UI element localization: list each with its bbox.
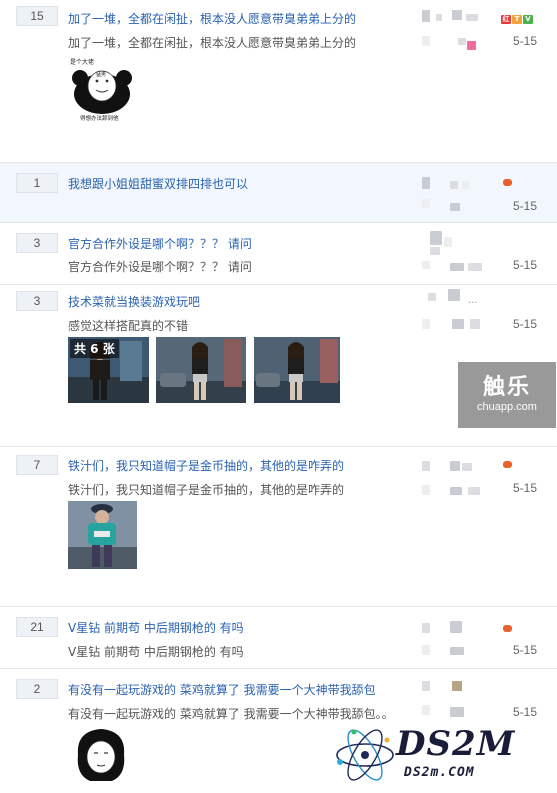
blurred-replier	[422, 261, 430, 269]
thread-title-link[interactable]: 我想跟小姐姐甜蜜双排四排也可以	[68, 175, 248, 192]
blurred-author	[430, 231, 442, 245]
thread-snippet: V星钻 前期苟 中后期钢枪的 有吗	[68, 645, 244, 659]
thread-image-thumbnail[interactable]	[68, 501, 137, 569]
thread-row: 15 加了一堆，全都在闲扯，根本没人愿意带臭弟弟上分的 加了一堆，全都在闲扯，根…	[0, 2, 557, 162]
meme-image[interactable]: 是个大佬 猛男 得想办法舔到他	[66, 56, 138, 124]
blurred-author	[422, 623, 430, 633]
thread-image-thumbnail[interactable]	[156, 337, 246, 403]
blurred-author	[452, 10, 462, 20]
thread-image-thumbnail[interactable]: 共 6 张	[68, 337, 149, 403]
blurred-author	[466, 14, 478, 21]
ds2m-url: DS2m.COM	[404, 765, 475, 780]
game-controller-icon	[503, 625, 512, 632]
ds2m-logo-text: DS2M	[396, 724, 516, 764]
reply-count: 21	[16, 617, 58, 637]
author-ellipsis: ...	[468, 295, 478, 306]
blurred-replier	[450, 647, 464, 655]
reply-count: 3	[16, 291, 58, 311]
game-controller-icon	[503, 461, 512, 468]
blurred-author	[462, 181, 470, 189]
blurred-replier	[422, 485, 430, 495]
chuapp-url: chuapp.com	[477, 401, 537, 413]
blurred-author	[422, 10, 430, 22]
thread-date: 5-15	[513, 34, 538, 48]
image-count-badge: 共 6 张	[70, 339, 119, 358]
thread-row: 3 官方合作外设是哪个啊？？？ 请问 官方合作外设是哪个啊？？？ 请问 5-15	[0, 222, 557, 285]
reply-count: 2	[16, 679, 58, 699]
thread-title-link[interactable]: 加了一堆，全都在闲扯，根本没人愿意带臭弟弟上分的	[68, 10, 356, 27]
thread-date: 5-15	[513, 481, 538, 495]
thread-snippet: 感觉这样搭配真的不错	[68, 319, 189, 333]
chuapp-logo-text: 触乐	[482, 375, 531, 400]
blurred-author	[422, 177, 430, 189]
meme-bottom-text: 得想办法舔到他	[80, 114, 119, 122]
meme-top-text: 是个大佬	[70, 58, 94, 66]
thread-date: 5-15	[513, 199, 538, 213]
thread-snippet: 铁汁们，我只知道帽子是金币抽的，其他的是咋弄的	[68, 483, 345, 497]
blurred-replier	[458, 38, 466, 45]
blurred-replier	[450, 203, 460, 211]
blurred-replier	[467, 41, 476, 50]
meme-image[interactable]	[70, 725, 132, 785]
blurred-replier	[422, 36, 430, 46]
blurred-replier	[422, 645, 430, 655]
blurred-replier	[468, 487, 480, 495]
blurred-author	[422, 681, 430, 691]
blurred-replier	[450, 487, 462, 495]
thread-snippet: 官方合作外设是哪个啊？？？ 请问	[68, 260, 252, 274]
blurred-replier	[468, 263, 482, 271]
level-badge-icon: 红	[501, 15, 511, 24]
blurred-replier	[450, 707, 464, 717]
thread-row: 1 我想跟小姐姐甜蜜双排四排也可以 5-15	[0, 162, 557, 223]
thread-title-link[interactable]: 技术菜就当换装游戏玩吧	[68, 293, 200, 310]
blurred-author	[448, 289, 460, 301]
meme-face-text: 猛男	[96, 71, 106, 78]
blurred-author	[444, 237, 452, 247]
blurred-author	[452, 681, 462, 691]
blurred-author	[450, 181, 458, 189]
blurred-author	[450, 621, 462, 633]
thread-date: 5-15	[513, 705, 538, 719]
thread-snippet: 加了一堆，全都在闲扯，根本没人愿意带臭弟弟上分的	[68, 36, 357, 50]
reply-count: 3	[16, 233, 58, 253]
blurred-author	[428, 293, 436, 301]
blurred-replier	[470, 319, 480, 329]
blurred-replier	[422, 705, 430, 715]
thread-date: 5-15	[513, 317, 538, 331]
thread-row: 7 铁汁们，我只知道帽子是金币抽的，其他的是咋弄的 铁汁们，我只知道帽子是金币抽…	[0, 446, 557, 607]
thread-title-link[interactable]: V星钻 前期苟 中后期钢枪的 有吗	[68, 619, 244, 636]
thread-image-thumbnail[interactable]	[254, 337, 340, 403]
reply-count: 1	[16, 173, 58, 193]
blurred-replier	[422, 319, 430, 329]
thread-row: 21 V星钻 前期苟 中后期钢枪的 有吗 V星钻 前期苟 中后期钢枪的 有吗 5…	[0, 606, 557, 669]
blurred-author	[450, 461, 460, 471]
thread-title-link[interactable]: 有没有一起玩游戏的 菜鸡就算了 我需要一个大神带我舔包	[68, 681, 376, 698]
blurred-replier	[422, 199, 430, 208]
thread-date: 5-15	[513, 643, 538, 657]
level-badge-icon: V	[523, 15, 533, 24]
blurred-replier	[450, 263, 464, 271]
chuapp-watermark: 触乐 chuapp.com	[458, 362, 556, 428]
blurred-author	[462, 463, 472, 471]
thread-date: 5-15	[513, 258, 538, 272]
thread-snippet: 有没有一起玩游戏的 菜鸡就算了 我需要一个大神带我舔包。。	[68, 707, 394, 721]
thread-title-link[interactable]: 官方合作外设是哪个啊？？？ 请问	[68, 235, 252, 252]
reply-count: 15	[16, 6, 58, 26]
blurred-author	[430, 247, 440, 255]
reply-count: 7	[16, 455, 58, 475]
blurred-author	[436, 14, 442, 21]
level-badge-icon: T	[512, 15, 522, 24]
blurred-author	[422, 461, 430, 471]
ds2m-atom-icon	[332, 722, 398, 788]
thread-title-link[interactable]: 铁汁们，我只知道帽子是金币抽的，其他的是咋弄的	[68, 457, 344, 474]
blurred-replier	[452, 319, 464, 329]
game-controller-icon	[503, 179, 512, 186]
